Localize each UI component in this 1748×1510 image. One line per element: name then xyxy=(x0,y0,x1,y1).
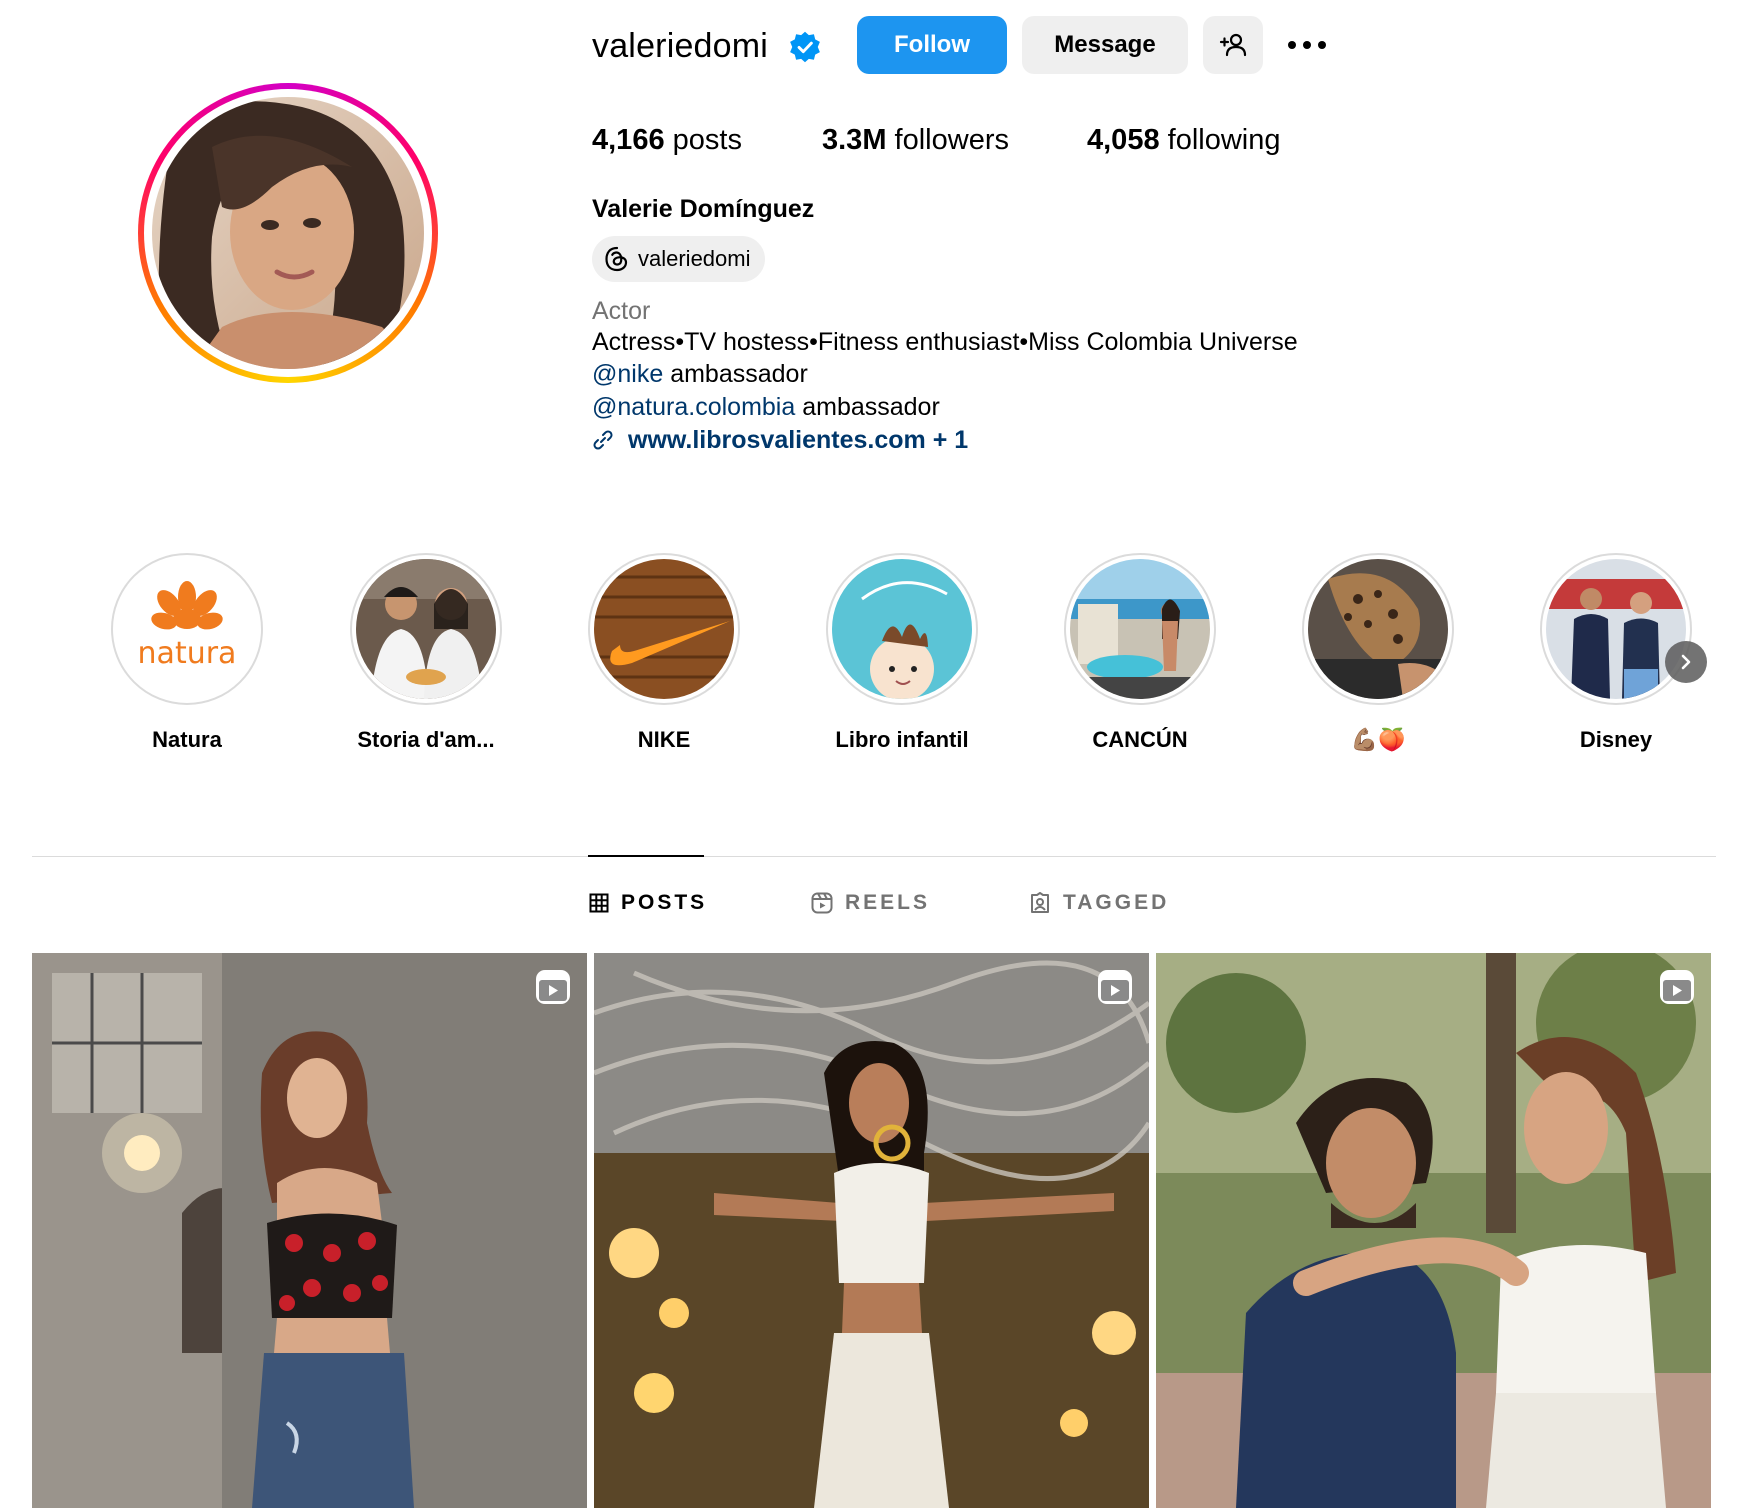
highlight-cover xyxy=(1308,559,1448,699)
tab-reels[interactable]: REELS xyxy=(811,888,930,918)
highlight-disney[interactable] xyxy=(1540,553,1692,705)
highlight-libro-infantil[interactable] xyxy=(826,553,978,705)
external-link[interactable]: www.librosvalientes.com + 1 xyxy=(592,423,968,457)
tab-tagged[interactable]: TAGGED xyxy=(1029,888,1169,918)
bio-text: ambassador xyxy=(795,393,940,421)
add-person-icon xyxy=(1219,33,1247,57)
more-options-button[interactable] xyxy=(1282,18,1332,72)
reel-badge-icon xyxy=(1660,970,1694,1004)
posts-count-label: posts xyxy=(672,124,742,156)
highlight-cover xyxy=(1546,559,1686,699)
post-tile[interactable] xyxy=(32,953,587,1508)
external-link-text: www.librosvalientes.com + 1 xyxy=(628,426,969,454)
profile-username: valeriedomi xyxy=(592,27,769,65)
post-tile[interactable] xyxy=(1156,953,1711,1508)
follow-button[interactable]: Follow xyxy=(857,16,1007,74)
message-button[interactable]: Message xyxy=(1022,16,1188,74)
highlight-cover xyxy=(356,559,496,699)
post-image xyxy=(1156,953,1711,1508)
posts-count-value: 4,166 xyxy=(592,124,665,156)
bio-text: ambassador xyxy=(663,360,808,388)
reels-icon xyxy=(811,892,833,914)
highlight-cover xyxy=(594,559,734,699)
followers-count[interactable]: 3.3M followers xyxy=(822,120,1009,160)
highlight-label: CANCÚN xyxy=(1092,727,1188,752)
chevron-right-icon xyxy=(1681,654,1691,670)
highlight-cover xyxy=(1070,559,1210,699)
followers-count-label: followers xyxy=(894,124,1009,156)
childrens-book-cover-icon xyxy=(832,559,972,699)
highlight-natura[interactable]: natura xyxy=(111,553,263,705)
threads-handle: valeriedomi xyxy=(638,246,751,271)
highlight-label: NIKE xyxy=(637,727,691,752)
active-tab-indicator xyxy=(588,855,704,857)
grid-icon xyxy=(589,893,609,913)
highlight-cancun[interactable] xyxy=(1064,553,1216,705)
tab-label: TAGGED xyxy=(1063,891,1170,914)
natura-wordmark: natura xyxy=(138,636,237,671)
post-image xyxy=(594,953,1149,1508)
highlight-nike[interactable] xyxy=(588,553,740,705)
tab-label: REELS xyxy=(845,891,931,914)
highlight-cover: natura xyxy=(117,559,257,699)
profile-category: Actor xyxy=(592,297,651,325)
threads-icon xyxy=(605,246,628,272)
highlight-label: Storia d'am... xyxy=(357,727,495,752)
highlight-cover xyxy=(832,559,972,699)
avatar-photo xyxy=(152,97,424,369)
avatar[interactable] xyxy=(152,97,424,369)
posts-count: 4,166 posts xyxy=(592,120,742,160)
following-count[interactable]: 4,058 following xyxy=(1087,120,1280,160)
mention-link[interactable]: @nike xyxy=(592,360,663,388)
verified-badge-icon xyxy=(790,31,820,63)
highlight-label: Natura xyxy=(152,727,222,752)
chef-couple-photo-icon xyxy=(356,559,496,699)
tab-label: POSTS xyxy=(621,891,708,914)
natura-logo-icon: natura xyxy=(117,559,257,699)
followers-count-value: 3.3M xyxy=(822,124,887,156)
highlights-next-button[interactable] xyxy=(1665,641,1707,683)
threads-badge[interactable]: valeriedomi xyxy=(592,236,765,282)
disney-photo-icon xyxy=(1546,559,1686,699)
reel-badge-icon xyxy=(536,970,570,1004)
highlight-label: Disney xyxy=(1579,727,1653,752)
ellipsis-icon xyxy=(1288,41,1326,49)
suggest-accounts-button[interactable] xyxy=(1203,16,1263,74)
nike-swoosh-icon xyxy=(594,559,734,699)
tabs-divider xyxy=(32,856,1716,857)
post-image xyxy=(32,953,587,1508)
workout-photo-icon xyxy=(1308,559,1448,699)
highlight-label: 💪🏽🍑 xyxy=(1350,727,1406,752)
bio-line: Actress•TV hostess•Fitness enthusiast•Mi… xyxy=(592,328,1298,356)
link-icon xyxy=(593,430,613,450)
reel-badge-icon xyxy=(1098,970,1132,1004)
following-count-value: 4,058 xyxy=(1087,124,1160,156)
post-tile[interactable] xyxy=(594,953,1149,1508)
tab-posts[interactable]: POSTS xyxy=(589,888,707,918)
bio-line: @nike ambassador xyxy=(592,358,808,391)
tagged-icon xyxy=(1031,892,1049,913)
highlight-workout[interactable] xyxy=(1302,553,1454,705)
highlight-storia[interactable] xyxy=(350,553,502,705)
mention-link[interactable]: @natura.colombia xyxy=(592,393,795,421)
bio-line: @natura.colombia ambassador xyxy=(592,391,940,424)
profile-full-name: Valerie Domínguez xyxy=(592,195,815,223)
highlight-label: Libro infantil xyxy=(835,727,969,752)
resort-photo-icon xyxy=(1070,559,1210,699)
following-count-label: following xyxy=(1167,124,1281,156)
